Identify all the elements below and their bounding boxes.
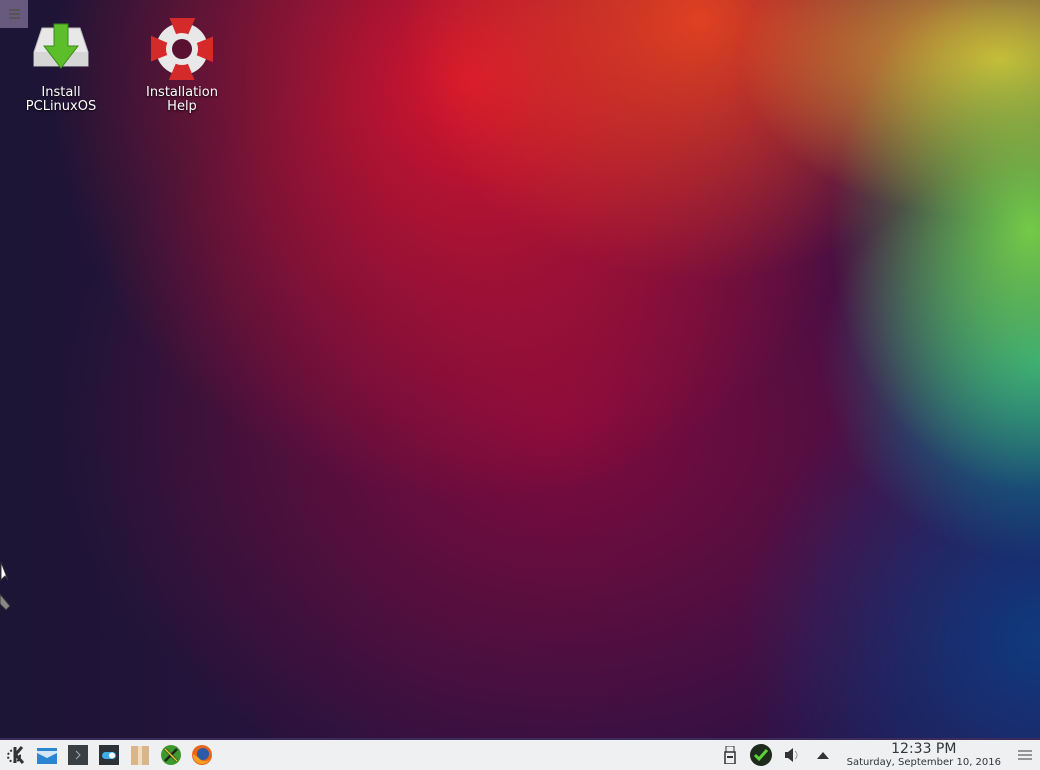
lifebuoy-icon xyxy=(146,13,218,85)
clock-time: 12:33 PM xyxy=(891,740,957,757)
control-center-icon[interactable] xyxy=(155,740,186,770)
icon-label: Help xyxy=(167,99,197,114)
panel-menu-icon[interactable] xyxy=(1009,740,1040,770)
system-tray: 12:33 PM Saturday, September 10, 2016 xyxy=(715,740,1040,770)
taskbar: 12:33 PM Saturday, September 10, 2016 xyxy=(0,738,1040,770)
update-check-icon[interactable] xyxy=(746,740,777,770)
file-manager-icon[interactable] xyxy=(31,740,62,770)
desktop-icon-installation-help[interactable]: Installation Help xyxy=(137,13,227,114)
install-drive-icon xyxy=(30,18,92,80)
expand-tray-icon[interactable] xyxy=(808,740,839,770)
digital-clock[interactable]: 12:33 PM Saturday, September 10, 2016 xyxy=(839,740,1009,769)
icon-label: PCLinuxOS xyxy=(25,99,97,114)
package-manager-icon[interactable] xyxy=(124,740,155,770)
firefox-icon[interactable] xyxy=(186,740,217,770)
usb-device-icon[interactable] xyxy=(715,740,746,770)
icon-label: Installation xyxy=(145,85,218,100)
desktop-icon-install-pclinuxos[interactable]: Install PCLinuxOS xyxy=(16,18,106,114)
icon-label: Install xyxy=(41,85,81,100)
volume-icon[interactable] xyxy=(777,740,808,770)
terminal-icon[interactable] xyxy=(62,740,93,770)
kde-menu-icon[interactable] xyxy=(0,740,31,770)
settings-toggle-icon[interactable] xyxy=(93,740,124,770)
mouse-cursor-icon xyxy=(0,561,11,611)
desktop: Install PCLinuxOS Installation Help xyxy=(0,0,1040,738)
clock-date: Saturday, September 10, 2016 xyxy=(846,756,1001,768)
